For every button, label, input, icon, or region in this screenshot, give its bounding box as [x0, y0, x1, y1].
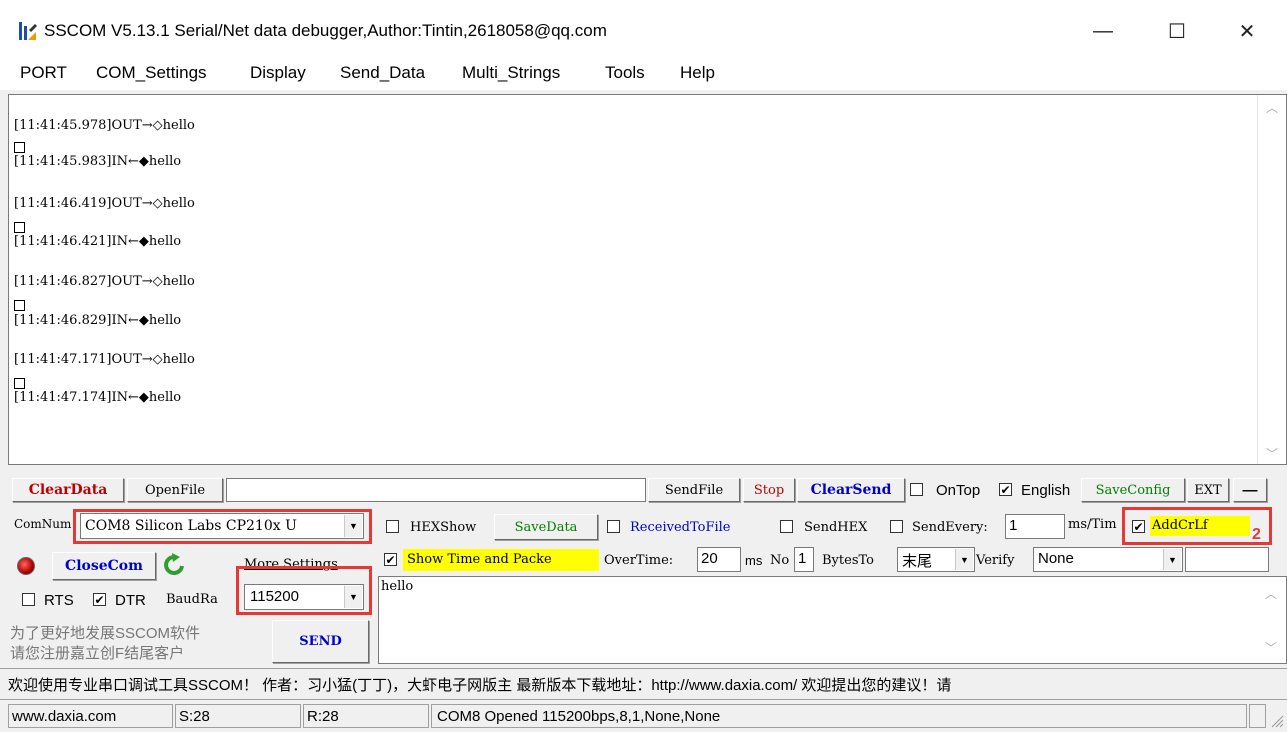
log-line: [11:41:45.983]IN←◆hello: [14, 154, 182, 169]
clear-data-button[interactable]: ClearData: [12, 478, 124, 502]
menu-port[interactable]: PORT: [20, 63, 67, 83]
menu-send-data[interactable]: Send_Data: [340, 63, 425, 83]
hex-show-checkbox[interactable]: [386, 520, 399, 533]
log-line: [11:41:47.174]IN←◆hello: [14, 390, 182, 405]
maximize-button[interactable]: ☐: [1157, 12, 1197, 50]
send-every-label: SendEvery:: [912, 520, 988, 535]
verify-label: Verify: [976, 553, 1015, 568]
menu-tools[interactable]: Tools: [605, 63, 645, 83]
send-text-area[interactable]: hello ︿ ﹀: [378, 576, 1287, 664]
menu-display[interactable]: Display: [250, 63, 306, 83]
bytes-to-select[interactable]: 末尾 ▼: [897, 547, 975, 572]
no-label: No: [770, 553, 790, 568]
on-top-label: OnTop: [936, 482, 981, 499]
app-icon: [18, 20, 38, 42]
annotation-number: 2: [1252, 526, 1261, 543]
overtime-unit: ms: [745, 553, 763, 568]
bytes-to-label: BytesTo: [822, 553, 874, 568]
baud-rate-highlight: [236, 566, 372, 615]
receive-text-area[interactable]: [8, 94, 1287, 465]
status-received-count: R:28: [303, 704, 429, 728]
status-sent-count: S:28: [175, 704, 301, 728]
save-config-button[interactable]: SaveConfig: [1081, 478, 1185, 502]
extra-input[interactable]: [1185, 547, 1269, 572]
scroll-up-icon[interactable]: ︿: [1265, 585, 1277, 602]
newline-glyph: [14, 378, 25, 389]
received-to-file-label: ReceivedToFile: [630, 520, 731, 535]
clear-send-button[interactable]: ClearSend: [797, 478, 905, 502]
send-file-button[interactable]: SendFile: [648, 478, 740, 502]
baud-label: BaudRa: [166, 592, 218, 607]
dtr-checkbox[interactable]: ✔: [93, 593, 106, 606]
open-file-button[interactable]: OpenFile: [127, 478, 223, 502]
log-line: [11:41:46.827]OUT→◇hello: [14, 274, 195, 289]
verify-select[interactable]: None ▼: [1033, 547, 1183, 572]
scroll-down-icon[interactable]: ﹀: [1266, 445, 1278, 462]
newline-glyph: [14, 300, 25, 311]
overtime-label: OverTime:: [604, 553, 674, 568]
welcome-banner: 欢迎使用专业串口调试工具SSCOM！ 作者：习小猛(丁丁)，大虾电子网版主 最新…: [0, 668, 1287, 700]
received-to-file-checkbox[interactable]: [607, 520, 620, 533]
menu-com-settings[interactable]: COM_Settings: [96, 63, 207, 83]
newline-glyph: [14, 222, 25, 233]
status-port: COM8 Opened 115200bps,8,1,None,None: [431, 704, 1247, 728]
send-button[interactable]: SEND: [272, 620, 369, 663]
chevron-down-icon: ▼: [1163, 549, 1181, 570]
send-hex-label: SendHEX: [804, 520, 868, 535]
overtime-input[interactable]: 20: [697, 547, 741, 572]
on-top-checkbox[interactable]: [910, 483, 923, 496]
status-website: www.daxia.com: [8, 704, 173, 728]
english-label: English: [1021, 482, 1071, 499]
status-led-icon: [17, 557, 35, 575]
send-every-input[interactable]: 1: [1005, 514, 1065, 539]
close-button[interactable]: ✕: [1227, 12, 1267, 50]
chevron-down-icon: ▼: [955, 549, 973, 570]
log-line: [11:41:47.171]OUT→◇hello: [14, 352, 195, 367]
dtr-label: DTR: [115, 592, 146, 609]
status-extra: [1249, 704, 1266, 728]
promo-text-line2: 请您注册嘉立创F结尾客户: [10, 645, 185, 662]
log-line: [11:41:45.978]OUT→◇hello: [14, 118, 195, 133]
rts-label: RTS: [44, 592, 74, 609]
collapse-button[interactable]: —: [1233, 478, 1267, 502]
rts-checkbox[interactable]: [22, 593, 35, 606]
close-com-button[interactable]: CloseCom: [52, 552, 156, 580]
show-time-checkbox[interactable]: ✔: [384, 553, 397, 566]
scroll-up-icon[interactable]: ︿: [1266, 99, 1278, 116]
add-crlf-highlight: [1122, 507, 1272, 545]
hex-show-label: HEXShow: [410, 520, 477, 535]
minimize-button[interactable]: —: [1083, 12, 1123, 50]
promo-text-line1: 为了更好地发展SSCOM软件: [10, 625, 201, 642]
file-path-input[interactable]: [226, 478, 646, 502]
menu-multi-strings[interactable]: Multi_Strings: [462, 63, 560, 83]
save-data-button[interactable]: SaveData: [494, 514, 598, 540]
menu-help[interactable]: Help: [680, 63, 715, 83]
window-title: SSCOM V5.13.1 Serial/Net data debugger,A…: [44, 21, 607, 40]
scroll-down-icon[interactable]: ﹀: [1265, 639, 1277, 656]
no-input[interactable]: 1: [794, 547, 814, 572]
send-hex-checkbox[interactable]: [780, 520, 793, 533]
log-line: [11:41:46.419]OUT→◇hello: [14, 196, 195, 211]
stop-button[interactable]: Stop: [743, 478, 795, 502]
receive-scrollbar[interactable]: ︿ ﹀: [1257, 95, 1286, 464]
newline-glyph: [14, 142, 25, 153]
send-every-checkbox[interactable]: [890, 520, 903, 533]
resize-grip-icon[interactable]: [1268, 712, 1284, 728]
ext-button[interactable]: EXT: [1187, 478, 1229, 502]
log-line: [11:41:46.421]IN←◆hello: [14, 234, 182, 249]
com-port-highlight: [73, 509, 372, 544]
com-num-label: ComNum: [14, 517, 72, 531]
show-time-label: Show Time and Packe: [403, 549, 599, 571]
refresh-icon[interactable]: [162, 553, 186, 579]
log-line: [11:41:46.829]IN←◆hello: [14, 313, 182, 328]
english-checkbox[interactable]: ✔: [999, 483, 1012, 496]
ms-tim-label: ms/Tim: [1068, 517, 1117, 532]
